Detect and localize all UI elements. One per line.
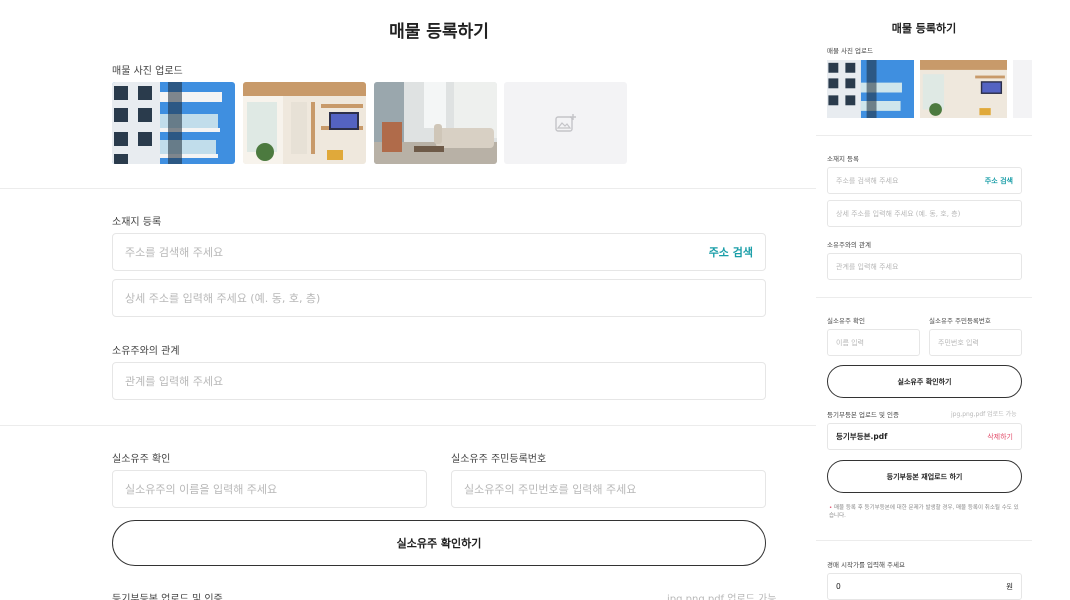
preview-divider (816, 540, 1032, 541)
warning-dot-icon: • (829, 505, 833, 511)
preview-photo-building[interactable] (827, 60, 914, 118)
owner-id-placeholder: 실소유주의 주민번호를 입력해 주세요 (464, 483, 637, 496)
preview-registry-label: 등기부등본 업로드 및 인증 (827, 411, 899, 419)
address-placeholder: 주소를 검색해 주세요 (125, 246, 224, 259)
owner-id-input[interactable]: 실소유주의 주민번호를 입력해 주세요 (451, 470, 766, 508)
registry-label: 등기부등본 업로드 및 인증 (112, 594, 223, 600)
address-search-button[interactable]: 주소 검색 (709, 244, 753, 260)
preview-relation-placeholder: 관계를 입력해 주세요 (836, 262, 899, 271)
location-label: 소재지 등록 (112, 217, 162, 228)
owner-id-label: 실소유주 주민등록번호 (451, 454, 547, 465)
address-search-field[interactable]: 주소를 검색해 주세요 주소 검색 (112, 233, 766, 271)
preview-location-label: 소재지 등록 (827, 155, 859, 163)
preview-detail-address-input[interactable]: 상세 주소를 입력해 주세요 (예. 동, 호, 층) (827, 200, 1022, 227)
preview-address-placeholder: 주소를 검색해 주세요 (836, 176, 899, 185)
preview-verify-owner-button[interactable]: 실소유주 확인하기 (827, 365, 1022, 398)
add-photo-button[interactable] (504, 82, 627, 164)
preview-photo-more[interactable] (1013, 60, 1032, 118)
preview-divider (816, 297, 1032, 298)
add-photo-icon (554, 114, 576, 132)
photo-thumbnail-living-room[interactable] (374, 82, 497, 164)
owner-name-input[interactable]: 실소유주의 이름을 입력해 주세요 (112, 470, 427, 508)
relation-placeholder: 관계를 입력해 주세요 (125, 375, 224, 388)
detail-address-input[interactable]: 상세 주소를 입력해 주세요 (예. 동, 호, 층) (112, 279, 766, 317)
preview-registry-note: • 매물 등록 후 등기부등본에 대한 문제가 발생할 경우, 매물 등록이 취… (829, 504, 1019, 520)
preview-owner-name-input[interactable]: 이름 입력 (827, 329, 920, 356)
preview-owner-name-label: 실소유주 확인 (827, 317, 865, 325)
section-divider (0, 425, 816, 426)
preview-delete-file-button[interactable]: 삭제하기 (987, 432, 1013, 442)
preview-address-field[interactable]: 주소를 검색해 주세요 주소 검색 (827, 167, 1022, 194)
photo-thumbnail-building[interactable] (112, 82, 235, 164)
photo-thumbnail-loft[interactable] (243, 82, 366, 164)
preview-reupload-button[interactable]: 등기부등본 재업로드 하기 (827, 460, 1022, 493)
preview-photo-loft[interactable] (920, 60, 1007, 118)
photo-upload-label: 매물 사진 업로드 (112, 66, 183, 77)
preview-owner-id-placeholder: 주민번호 입력 (938, 338, 979, 347)
preview-price-input[interactable]: 0 원 (827, 573, 1022, 600)
preview-owner-id-label: 실소유주 주민등록번호 (929, 317, 991, 325)
registry-hint: jpg,png,pdf 업로드 가능 (667, 594, 777, 600)
preview-photo-label: 매물 사진 업로드 (827, 47, 873, 55)
preview-price-unit: 원 (1006, 582, 1013, 591)
preview-price-value: 0 (836, 582, 841, 591)
page-title: 매물 등록하기 (389, 22, 489, 42)
relation-input[interactable]: 관계를 입력해 주세요 (112, 362, 766, 400)
preview-address-search-button[interactable]: 주소 검색 (985, 176, 1013, 186)
section-divider (0, 188, 816, 189)
preview-title: 매물 등록하기 (891, 22, 957, 35)
preview-detail-placeholder: 상세 주소를 입력해 주세요 (예. 동, 호, 층) (836, 209, 961, 218)
owner-name-label: 실소유주 확인 (112, 454, 171, 465)
verify-owner-button[interactable]: 실소유주 확인하기 (112, 520, 766, 566)
detail-address-placeholder: 상세 주소를 입력해 주세요 (예. 동, 호, 층) (125, 292, 321, 305)
preview-relation-label: 소유주와의 관계 (827, 241, 871, 249)
mobile-preview: 매물 등록하기 매물 사진 업로드 소재지 등록 주소를 검색해 주세요 주소 … (816, 0, 1032, 600)
preview-registry-file: 등기부등본.pdf 삭제하기 (827, 423, 1022, 450)
registration-form: 매물 등록하기 매물 사진 업로드 소재지 등록 주소를 검색해 주세요 주소 … (0, 0, 878, 600)
preview-owner-name-placeholder: 이름 입력 (836, 338, 864, 347)
preview-registry-hint: jpg,png,pdf 업로드 가능 (951, 411, 1017, 418)
preview-file-name: 등기부등본.pdf (836, 432, 888, 441)
preview-price-label: 경매 시작가를 입력해 주세요 (827, 561, 905, 569)
relation-label: 소유주와의 관계 (112, 346, 180, 357)
preview-relation-input[interactable]: 관계를 입력해 주세요 (827, 253, 1022, 280)
preview-owner-id-input[interactable]: 주민번호 입력 (929, 329, 1022, 356)
preview-divider (816, 135, 1032, 136)
owner-name-placeholder: 실소유주의 이름을 입력해 주세요 (125, 483, 278, 496)
preview-registry-note-text: 매물 등록 후 등기부등본에 대한 문제가 발생할 경우, 매물 등록이 취소될… (829, 505, 1019, 519)
